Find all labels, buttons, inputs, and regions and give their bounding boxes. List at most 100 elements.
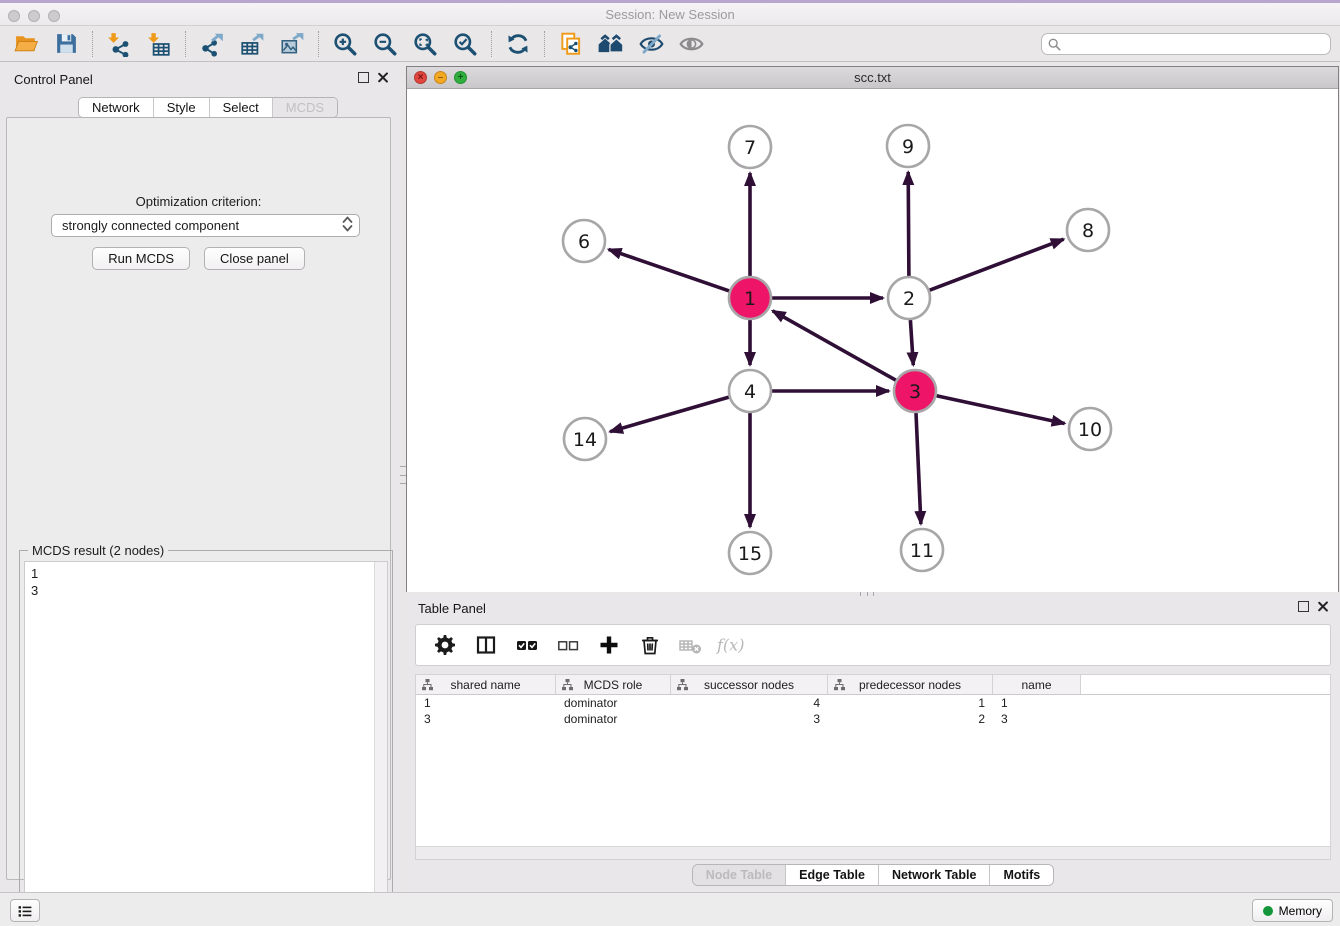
table-row[interactable]: 3dominator323 <box>416 711 1330 727</box>
titlebar-accent <box>0 0 1340 3</box>
graph-edge-2-8[interactable] <box>930 239 1064 290</box>
table-panel: Table Panel f(x) shared nameMCDS rolesuc… <box>406 596 1340 892</box>
graph-node-14[interactable]: 14 <box>564 418 606 460</box>
import-network-button[interactable] <box>99 29 139 59</box>
graph-node-label: 6 <box>578 231 590 253</box>
graph-node-label: 2 <box>903 288 915 310</box>
refresh-button[interactable] <box>498 29 538 59</box>
tab-node-table[interactable]: Node Table <box>693 865 786 885</box>
duplicate-network-icon <box>558 31 584 57</box>
add-row-button[interactable] <box>596 632 622 658</box>
float-panel-icon[interactable] <box>358 72 369 83</box>
toolbar-separator <box>185 31 186 57</box>
hide-eye-icon <box>638 31 665 57</box>
column-header-name[interactable]: name <box>993 675 1081 694</box>
optimization-select[interactable]: strongly connected component <box>51 214 360 237</box>
graph-node-10[interactable]: 10 <box>1069 408 1111 450</box>
graph-node-7[interactable]: 7 <box>729 126 771 168</box>
columns-button[interactable] <box>473 632 499 658</box>
tab-motifs[interactable]: Motifs <box>990 865 1053 885</box>
home-button[interactable] <box>591 29 631 59</box>
show-eye-button[interactable] <box>671 29 711 59</box>
graph-node-4[interactable]: 4 <box>729 370 771 412</box>
tab-mcds[interactable]: MCDS <box>273 98 337 117</box>
columns-icon <box>474 633 498 657</box>
deselect-all-button[interactable] <box>555 632 581 658</box>
graph-node-6[interactable]: 6 <box>563 220 605 262</box>
main-toolbar <box>0 26 1340 62</box>
select-all-button[interactable] <box>514 632 540 658</box>
table-rows: 1dominator4113dominator323 <box>416 695 1330 727</box>
network-window-titlebar[interactable]: × – + scc.txt <box>407 67 1338 89</box>
zoom-fit-button[interactable] <box>405 29 445 59</box>
graph-edge-2-3[interactable] <box>910 320 913 365</box>
table-toolbar: f(x) <box>415 624 1331 666</box>
table-row[interactable]: 1dominator411 <box>416 695 1330 711</box>
export-image-icon <box>279 31 305 57</box>
window-title: Session: New Session <box>0 7 1340 22</box>
graph-edge-3-11[interactable] <box>916 413 921 524</box>
export-table-button[interactable] <box>232 29 272 59</box>
run-mcds-button[interactable]: Run MCDS <box>92 247 190 270</box>
zoom-out-button[interactable] <box>365 29 405 59</box>
export-network-button[interactable] <box>192 29 232 59</box>
graph-edge-3-1[interactable] <box>773 311 896 380</box>
graph-node-3[interactable]: 3 <box>894 370 936 412</box>
tab-network-table[interactable]: Network Table <box>879 865 991 885</box>
mcds-result-text[interactable]: 13 <box>24 561 388 926</box>
tab-network[interactable]: Network <box>79 98 154 117</box>
gear-button[interactable] <box>432 632 458 658</box>
gear-icon <box>433 633 457 657</box>
tab-style[interactable]: Style <box>154 98 210 117</box>
control-panel-tabs: NetworkStyleSelectMCDS <box>78 97 338 118</box>
graph-node-2[interactable]: 2 <box>888 277 930 319</box>
save-button[interactable] <box>46 29 86 59</box>
tab-select[interactable]: Select <box>210 98 273 117</box>
graph-node-8[interactable]: 8 <box>1067 209 1109 251</box>
graph-edge-4-14[interactable] <box>610 397 729 432</box>
column-header-MCDS-role[interactable]: MCDS role <box>556 675 671 694</box>
graph-node-11[interactable]: 11 <box>901 529 943 571</box>
table-cell: dominator <box>556 695 671 711</box>
delete-row-button[interactable] <box>637 632 663 658</box>
export-table-icon <box>239 31 265 57</box>
graph-edge-2-9[interactable] <box>908 172 909 276</box>
search-box[interactable] <box>1041 33 1331 55</box>
export-image-button[interactable] <box>272 29 312 59</box>
select-all-icon <box>515 633 539 657</box>
task-history-button[interactable] <box>10 899 40 922</box>
zoom-in-button[interactable] <box>325 29 365 59</box>
close-panel-icon[interactable] <box>377 72 388 83</box>
tab-edge-table[interactable]: Edge Table <box>786 865 879 885</box>
zoom-selected-button[interactable] <box>445 29 485 59</box>
column-header-successor-nodes[interactable]: successor nodes <box>671 675 828 694</box>
table-horizontal-scrollbar[interactable] <box>416 846 1330 859</box>
graph-node-label: 14 <box>573 429 597 451</box>
import-network-icon <box>106 31 132 57</box>
graph-edge-3-10[interactable] <box>937 396 1065 424</box>
search-input[interactable] <box>1065 36 1324 52</box>
column-header-predecessor-nodes[interactable]: predecessor nodes <box>828 675 993 694</box>
control-panel-title: Control Panel <box>14 72 93 87</box>
svg-text:f(x): f(x) <box>716 636 744 655</box>
hide-eye-button[interactable] <box>631 29 671 59</box>
memory-button[interactable]: Memory <box>1252 899 1333 922</box>
open-button[interactable] <box>6 29 46 59</box>
duplicate-network-button[interactable] <box>551 29 591 59</box>
control-panel-controls <box>358 72 388 83</box>
list-icon <box>17 903 33 919</box>
close-table-panel-icon[interactable] <box>1317 601 1328 612</box>
table-tabs-container: Node TableEdge TableNetwork TableMotifs <box>406 864 1340 886</box>
result-scrollbar[interactable] <box>374 562 387 926</box>
graph-node-label: 4 <box>744 381 756 403</box>
graph-node-label: 1 <box>744 288 756 310</box>
network-canvas[interactable]: 1 2 3 4 6 7 8 9 10 11 14 15 <box>407 89 1338 592</box>
float-table-panel-icon[interactable] <box>1298 601 1309 612</box>
column-header-shared-name[interactable]: shared name <box>416 675 556 694</box>
import-table-button[interactable] <box>139 29 179 59</box>
graph-node-9[interactable]: 9 <box>887 125 929 167</box>
graph-node-1[interactable]: 1 <box>729 277 771 319</box>
graph-edge-1-6[interactable] <box>609 249 730 291</box>
close-panel-button[interactable]: Close panel <box>204 247 305 270</box>
graph-node-15[interactable]: 15 <box>729 532 771 574</box>
